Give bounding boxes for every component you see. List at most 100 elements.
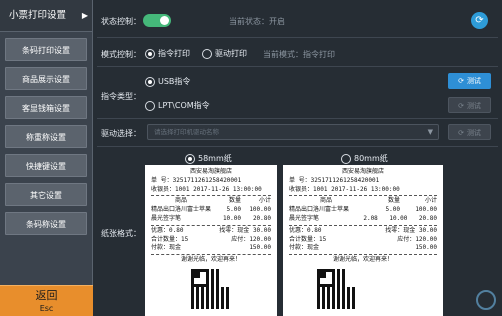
back-button-label: 返回 (35, 289, 58, 302)
radio-dot (185, 153, 195, 164)
test-usb-button[interactable]: ⟳ 测试 (448, 73, 491, 89)
item-qty: 10.00 (389, 214, 408, 222)
radio-dot (145, 100, 155, 111)
receipt-header: 商品 数量 小计 (151, 197, 271, 206)
status-current: 当前状态：开启 (229, 17, 285, 26)
cashier: 1001 (175, 185, 190, 193)
back-button-shortcut: Esc (39, 304, 54, 313)
test-driver-button[interactable]: ⟳ 测试 (448, 124, 491, 140)
item-qty: 5.00 (226, 206, 241, 214)
mode-command-radio[interactable]: 指令打印 (145, 48, 190, 59)
divider (97, 118, 498, 119)
refresh-icon: ⟳ (458, 129, 464, 137)
item-price: 2.08 (363, 214, 378, 222)
item-subtotal: 20.80 (252, 214, 271, 222)
paper-80-radio[interactable]: 80mm纸 (341, 153, 388, 164)
item-name: 精品出口洛川富士苹果 (289, 206, 350, 214)
item-subtotal: 20.80 (418, 214, 437, 222)
radio-dot (145, 76, 155, 87)
pay-amount: 150.00 (249, 244, 271, 252)
cashier-label: 收银员： (151, 185, 176, 193)
test-usb-label: 测试 (466, 77, 481, 85)
status-toggle[interactable] (143, 14, 171, 27)
header-qty: 数量 (228, 197, 241, 205)
receipt-item: 晨光签字笔 10.00 20.80 (151, 215, 271, 224)
radio-dot (145, 48, 155, 59)
receipt-store: 西安易淘旗舰店 (189, 168, 232, 175)
mode-command-label: 指令打印 (158, 49, 190, 58)
sidebar-title-label: 小票打印设置 (9, 10, 67, 21)
driver-select[interactable]: 请选择打印机驱动名称 ▼ (147, 124, 439, 140)
status-label: 状态控制： (101, 17, 141, 26)
paper-80-label: 80mm纸 (354, 154, 388, 163)
cash: 30.00 (252, 226, 271, 234)
sidebar-title[interactable]: 小票打印设置 ▶ (0, 0, 92, 32)
paid-label: 应付： (231, 235, 250, 243)
item-subtotal: 100.00 (249, 206, 271, 214)
receipt-pay-row: 付款：现金 150.00 (151, 244, 271, 253)
divider (97, 146, 498, 147)
header-subtotal: 小计 (258, 197, 271, 205)
sidebar-item-scale[interactable]: 称重称设置 (5, 125, 87, 148)
qr-code-image (317, 268, 357, 309)
mode-driver-label: 驱动打印 (215, 49, 247, 58)
count: 15 (181, 235, 189, 243)
receipt-order-row: 单 号：3251711261258420001 (289, 177, 437, 186)
watermark-logo-icon (476, 290, 496, 310)
item-qty: 100.00 (415, 206, 437, 214)
receipt-item: 晨光签字笔 2.08 10.00 20.80 (289, 215, 437, 224)
back-button[interactable]: 返回 Esc (0, 285, 93, 316)
radio-dot (202, 48, 212, 59)
order-no: 3251711261258420001 (310, 176, 380, 184)
divider (151, 224, 271, 226)
item-name: 晨光签字笔 (289, 214, 320, 222)
chevron-right-icon: ▶ (81, 11, 88, 20)
command-type-label: 指令类型： (101, 92, 141, 101)
sidebar-item-product-display[interactable]: 商品展示设置 (5, 67, 87, 90)
paid: 120.00 (415, 235, 437, 243)
paper-label: 纸张格式： (101, 229, 141, 238)
command-lpt-radio[interactable]: LPT\COM指令 (145, 100, 210, 111)
paper-58-label: 58mm纸 (198, 154, 232, 163)
order-label: 单 号： (289, 176, 311, 184)
receipt-pay-row: 付款：现金 150.00 (289, 244, 437, 253)
sidebar-item-customer-display[interactable]: 客显钱箱设置 (5, 96, 87, 119)
sidebar-item-barcode-print[interactable]: 条码打印设置 (5, 38, 87, 61)
header-qty: 数量 (387, 197, 400, 205)
command-usb-label: USB指令 (158, 77, 191, 86)
sidebar-item-barcode-scale[interactable]: 条码称设置 (5, 212, 87, 235)
test-lpt-label: 测试 (466, 102, 481, 110)
cashier-label: 收银员： (289, 185, 314, 193)
sidebar-item-shortcuts[interactable]: 快捷键设置 (5, 154, 87, 177)
pay-amount: 150.00 (415, 244, 437, 252)
item-qty: 10.00 (222, 214, 241, 222)
pay-method: 现金 (307, 244, 320, 252)
discount-label: 优惠： (151, 226, 170, 234)
divider (97, 66, 498, 67)
datetime: 2017-11-26 13:00:00 (193, 185, 262, 193)
mode-driver-radio[interactable]: 驱动打印 (202, 48, 247, 59)
test-lpt-button[interactable]: ⟳ 测试 (448, 97, 491, 113)
paid-label: 应付： (397, 235, 416, 243)
receipt-cashier-row: 收银员：1001 2017-11-26 13:00:00 (151, 186, 271, 195)
order-label: 单 号： (151, 176, 173, 184)
pay-label: 付款： (289, 244, 308, 252)
receipt-store: 西安易淘旗舰店 (341, 168, 384, 175)
toggle-knob (160, 16, 169, 25)
receipt-cashier-row: 收银员：1001 2017-11-26 13:00:00 (289, 186, 437, 195)
receipt-item: 精品出口洛川富士苹果 5.00 100.00 (289, 206, 437, 215)
refresh-icon: ⟳ (458, 77, 464, 85)
sidebar-item-other[interactable]: 其它设置 (5, 183, 87, 206)
receipt-footer: 谢谢光临，欢迎再来！ (180, 256, 241, 264)
divider (151, 195, 271, 197)
refresh-icon[interactable]: ⟳ (471, 12, 488, 29)
command-usb-radio[interactable]: USB指令 (145, 76, 190, 87)
command-lpt-label: LPT\COM指令 (158, 101, 210, 110)
cashier: 1001 (313, 185, 328, 193)
paper-58-radio[interactable]: 58mm纸 (185, 153, 232, 164)
header-subtotal: 小计 (424, 197, 437, 205)
count-label: 合计数量： (289, 235, 320, 243)
test-driver-label: 测试 (466, 129, 481, 137)
driver-label: 驱动选择： (101, 129, 141, 138)
mode-current: 当前模式：指令打印 (263, 50, 335, 59)
